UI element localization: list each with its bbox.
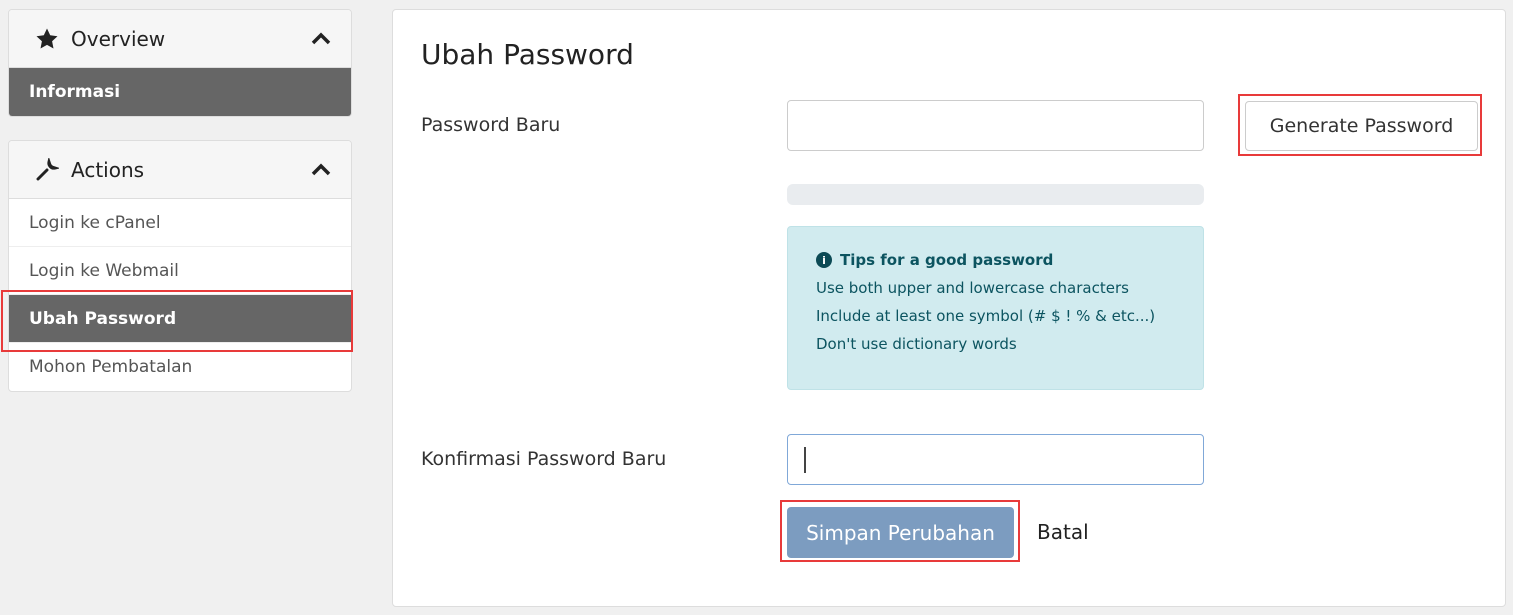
text-caret [804,447,806,473]
tip-item: Include at least one symbol (# $ ! % & e… [816,307,1156,325]
overview-title: Overview [71,26,166,51]
confirm-password-input[interactable] [787,434,1204,485]
star-icon [35,27,61,51]
cancel-link[interactable]: Batal [1037,520,1089,544]
info-icon: i [816,252,832,268]
wrench-icon [35,157,61,182]
overview-header[interactable]: Overview [9,10,351,68]
sidebar-item-ubah-password[interactable]: Ubah Password [9,295,351,343]
sidebar-item-mohon-pembatalan[interactable]: Mohon Pembatalan [9,343,351,391]
chevron-up-icon[interactable] [311,158,331,182]
generate-password-button[interactable]: Generate Password [1245,101,1478,151]
password-tips-box: i Tips for a good password Use both upper… [787,226,1204,390]
save-changes-button[interactable]: Simpan Perubahan [787,507,1014,558]
tip-item: Use both upper and lowercase characters [816,279,1129,297]
chevron-up-icon[interactable] [311,27,331,51]
sidebar-item-informasi[interactable]: Informasi [9,68,351,116]
actions-header[interactable]: Actions [9,141,351,199]
actions-panel: Actions Login ke cPanel Login ke Webmail… [8,140,352,392]
password-strength-bar [787,184,1204,205]
confirm-password-label: Konfirmasi Password Baru [421,448,667,470]
new-password-label: Password Baru [421,114,561,136]
tips-title: Tips for a good password [840,251,1054,269]
page-title: Ubah Password [421,38,634,71]
sidebar-item-login-cpanel[interactable]: Login ke cPanel [9,199,351,247]
main-panel: Ubah Password Password Baru Generate Pas… [392,9,1506,607]
tip-item: Don't use dictionary words [816,335,1017,353]
overview-panel: Overview Informasi [8,9,352,117]
new-password-input[interactable] [787,100,1204,151]
actions-title: Actions [71,157,145,182]
sidebar-item-login-webmail[interactable]: Login ke Webmail [9,247,351,295]
